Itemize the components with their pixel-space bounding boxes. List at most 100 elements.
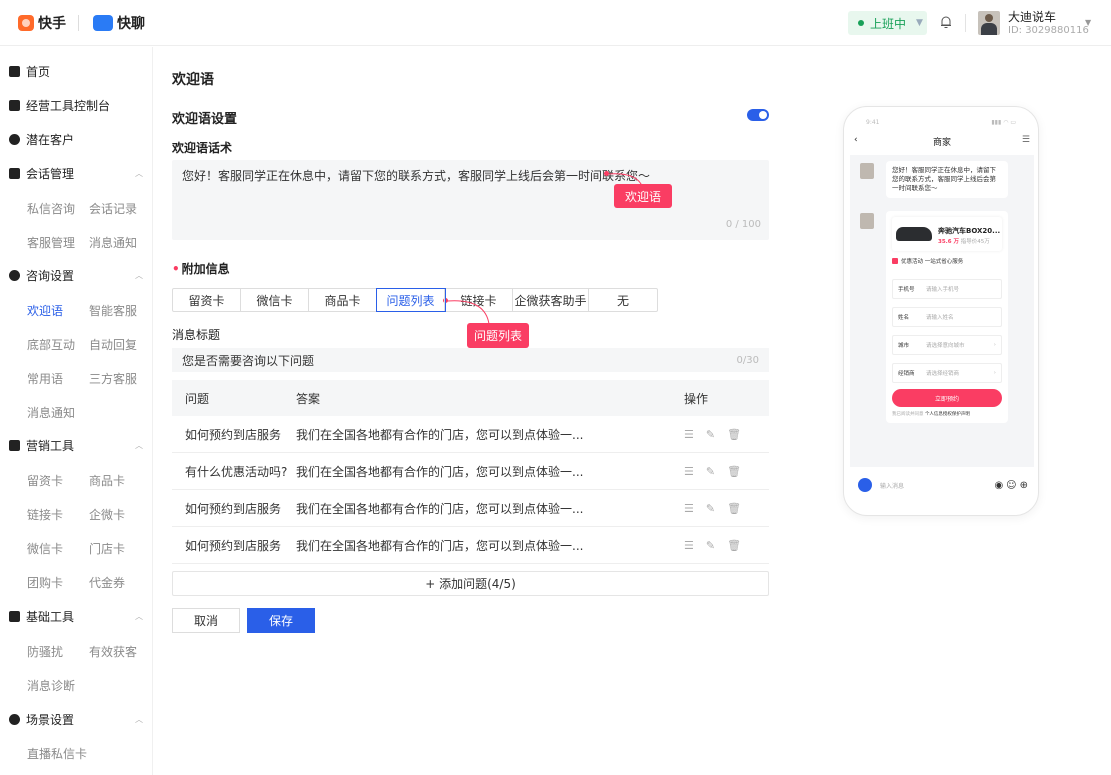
sidebar-group-basic-tools[interactable]: 基础工具 ︿ [9, 608, 149, 625]
sidebar-item-msg-diagnosis[interactable]: 消息诊断 [27, 677, 75, 694]
field-placeholder: 请输入姓名 [926, 315, 954, 321]
car-image [896, 227, 932, 241]
bell-icon[interactable] [940, 15, 952, 29]
merchant-avatar [860, 163, 874, 179]
sidebar-item-common-phrases[interactable]: 常用语 [27, 370, 63, 387]
kuaishou-logo: 快手 [18, 13, 66, 33]
sidebar-item-msg-notify-2[interactable]: 消息通知 [27, 404, 75, 421]
emoji-icon: ☺ [1006, 479, 1017, 491]
sidebar-item-auto-reply[interactable]: 自动回复 [89, 336, 137, 353]
sidebar-item-smart-cs[interactable]: 智能客服 [89, 302, 137, 319]
delete-icon[interactable]: 🗑 [727, 428, 741, 441]
add-question-button[interactable]: + 添加问题(4/5) [172, 571, 769, 596]
user-voice-icon [9, 270, 20, 281]
sidebar-item-msg-notify[interactable]: 消息通知 [89, 234, 137, 251]
promo-text: 优惠活动 一站式省心服务 [901, 259, 964, 265]
edit-icon[interactable]: ✎ [706, 428, 715, 441]
sidebar-group-marketing[interactable]: 营销工具 ︿ [9, 437, 149, 454]
save-button[interactable]: 保存 [247, 608, 315, 633]
user-menu-chevron-icon[interactable]: ▼ [1085, 18, 1091, 27]
phone-field-mobile: 手机号 请输入手机号 [892, 279, 1002, 299]
phone-input-bar: 输入消息 ◉ ☺ ⊕ [858, 477, 1028, 493]
drag-handle-icon[interactable]: ☰ [684, 539, 694, 552]
user-avatar[interactable] [978, 11, 1000, 35]
sidebar-group-consult-settings[interactable]: 咨询设置 ︿ [9, 267, 149, 284]
kuailiao-logo: 快聊 [93, 13, 145, 33]
sidebar-item-valid-leads[interactable]: 有效获客 [89, 643, 137, 660]
tab-none[interactable]: 无 [589, 289, 657, 311]
edit-icon[interactable]: ✎ [706, 502, 715, 515]
sidebar-item-bottom-interact[interactable]: 底部互动 [27, 336, 75, 353]
delete-icon[interactable]: 🗑 [727, 502, 741, 515]
tab-wecom-assistant[interactable]: 企微获客助手 [513, 289, 589, 311]
tooltip-question-list: 问题列表 [467, 323, 529, 348]
sidebar-item-anti-harass[interactable]: 防骚扰 [27, 643, 63, 660]
sidebar: 首页 经营工具控制台 潜在客户 会话管理 ︿ 私信咨询 会话记录 客服管理 消息… [0, 47, 153, 775]
sidebar-item-welcome[interactable]: 欢迎语 [27, 302, 63, 319]
delete-icon[interactable]: 🗑 [727, 465, 741, 478]
field-label: 城市 [898, 343, 910, 349]
table-row: 如何预约到店服务 我们在全国各地都有合作的门店，您可以到点体验一... ☰ ✎ 🗑 [172, 527, 769, 564]
attachment-type-tabs: 留资卡 微信卡 商品卡 问题列表 链接卡 企微获客助手 无 [172, 288, 658, 312]
top-divider [965, 14, 966, 32]
sidebar-item-wechat-card[interactable]: 微信卡 [27, 540, 63, 557]
phone-input-placeholder: 输入消息 [880, 482, 905, 490]
tooltip-welcome: 欢迎语 [614, 184, 672, 208]
sidebar-item-private-consult[interactable]: 私信咨询 [27, 200, 75, 217]
sidebar-group-scene-settings[interactable]: 场景设置 ︿ [9, 711, 149, 728]
sidebar-item-wecom-card[interactable]: 企微卡 [89, 506, 125, 523]
field-label: 经销商 [898, 371, 915, 377]
sidebar-group-session[interactable]: 会话管理 ︿ [9, 165, 149, 182]
agree-link: 个人信息授权保护声明 [924, 412, 970, 417]
tab-product-card[interactable]: 商品卡 [309, 289, 377, 311]
tab-lead-card[interactable]: 留资卡 [173, 289, 241, 311]
flag-icon [9, 168, 20, 179]
chevron-right-icon: › [993, 342, 996, 348]
answer-cell: 我们在全国各地都有合作的门店，您可以到点体验一... [296, 464, 584, 479]
phone-field-name: 姓名 请输入姓名 [892, 307, 1002, 327]
delete-icon[interactable]: 🗑 [727, 539, 741, 552]
welcome-text: 您好！客服同学正在休息中，请留下您的联系方式，客服同学上线后会第一时间联系您～ [182, 169, 651, 183]
msg-title-input[interactable]: 您是否需要咨询以下问题 0/30 [172, 348, 769, 372]
sidebar-item-session-record[interactable]: 会话记录 [89, 200, 137, 217]
tab-question-list[interactable]: 问题列表 [376, 288, 446, 312]
work-status-dropdown[interactable]: 上班中 ▼ [848, 11, 927, 35]
car-product-box: 奔驰汽车BOX20... 35.6 万 指导价45万 [892, 217, 1002, 251]
cancel-button[interactable]: 取消 [172, 608, 240, 633]
sidebar-item-group-buy-card[interactable]: 团购卡 [27, 574, 63, 591]
edit-icon[interactable]: ✎ [706, 539, 715, 552]
drag-handle-icon[interactable]: ☰ [684, 465, 694, 478]
edit-icon[interactable]: ✎ [706, 465, 715, 478]
welcome-textarea[interactable]: 您好！客服同学正在休息中，请留下您的联系方式，客服同学上线后会第一时间联系您～ … [172, 160, 769, 240]
car-price: 35.6 万 指导价45万 [938, 237, 990, 245]
sidebar-item-console[interactable]: 经营工具控制台 [9, 97, 110, 114]
welcome-char-count: 0 / 100 [725, 219, 761, 230]
phone-chat-area: 您好！客服同学正在休息中，请留下您的联系方式，客服同学上线后会第一时间联系您～ … [850, 155, 1034, 467]
welcome-toggle[interactable] [747, 109, 769, 121]
console-icon [9, 100, 20, 111]
sidebar-item-cs-manage[interactable]: 客服管理 [27, 234, 75, 251]
sidebar-item-link-card[interactable]: 链接卡 [27, 506, 63, 523]
sidebar-item-home[interactable]: 首页 [9, 63, 50, 80]
user-name[interactable]: 大迪说车 [1008, 8, 1056, 25]
extra-info-label: • 附加信息 [172, 262, 230, 276]
chevron-up-icon: ︿ [135, 441, 143, 450]
camera-icon [858, 478, 872, 492]
chevron-up-icon: ︿ [135, 271, 143, 280]
brand-kuaishou: 快手 [38, 16, 66, 32]
sidebar-item-voucher[interactable]: 代金券 [89, 574, 125, 591]
drag-handle-icon[interactable]: ☰ [684, 428, 694, 441]
sidebar-item-live-dm-card[interactable]: 直播私信卡 [27, 745, 87, 762]
lead-card-preview: 奔驰汽车BOX20... 35.6 万 指导价45万 优惠活动 一站式省心服务 … [886, 211, 1008, 423]
drag-handle-icon[interactable]: ☰ [684, 502, 694, 515]
car-price-value: 35.6 万 [938, 239, 959, 245]
phone-signal-icon: ▮▮▮ ◠ ▭ [991, 119, 1016, 126]
sidebar-item-third-party-cs[interactable]: 三方客服 [89, 370, 137, 387]
sidebar-item-leads[interactable]: 潜在客户 [9, 131, 74, 148]
sidebar-item-store-card[interactable]: 门店卡 [89, 540, 125, 557]
tab-wechat-card[interactable]: 微信卡 [241, 289, 309, 311]
online-dot-icon [858, 20, 864, 26]
sidebar-item-lead-card[interactable]: 留资卡 [27, 472, 63, 489]
sidebar-item-product-card[interactable]: 商品卡 [89, 472, 125, 489]
agreement-text: 我已阅读并同意 个人信息授权保护声明 [892, 411, 970, 417]
